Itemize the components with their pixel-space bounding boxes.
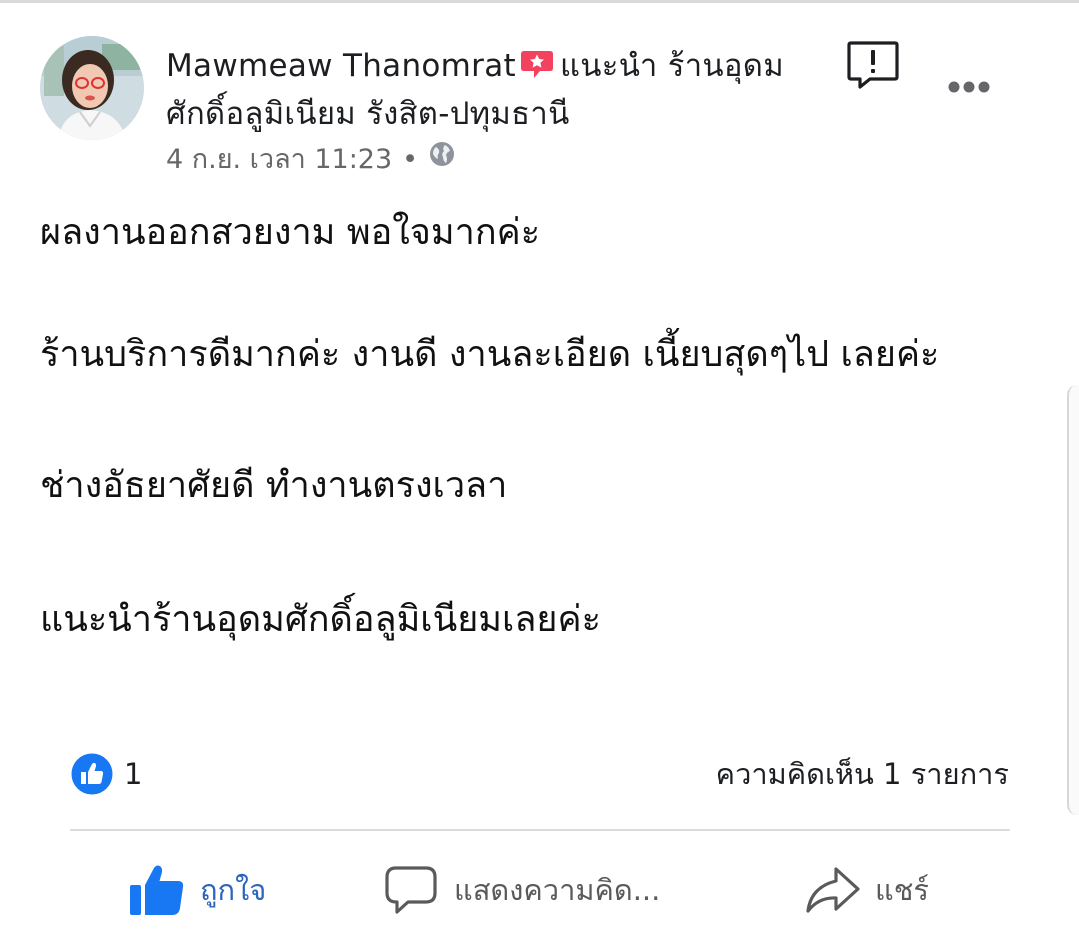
like-button[interactable]: ถูกใจ	[128, 862, 266, 918]
author-name[interactable]: Mawmeaw Thanomrat	[166, 48, 516, 84]
comment-button[interactable]: แสดงความคิด...	[384, 862, 660, 918]
avatar[interactable]	[40, 36, 144, 140]
report-button[interactable]	[846, 40, 900, 90]
globe-icon	[428, 140, 456, 180]
top-divider	[0, 0, 1079, 3]
more-icon	[948, 81, 990, 93]
post-paragraph: ร้านบริการดีมากค่ะ งานดี งานละเอียด เนี้…	[40, 334, 940, 375]
post-paragraph: แนะนำร้านอุดมศักดิ์อลูมิเนียมเลยค่ะ	[40, 599, 601, 640]
like-reaction-icon[interactable]	[70, 752, 114, 796]
share-button[interactable]: แชร์	[805, 862, 929, 918]
meta-separator: •	[402, 144, 419, 175]
share-arrow-icon	[806, 867, 860, 913]
like-label: ถูกใจ	[200, 873, 267, 907]
post-timestamp[interactable]: 4 ก.ย. เวลา 11:23	[166, 140, 392, 180]
comment-icon	[385, 866, 437, 914]
post-paragraph: ผลงานออกสวยงาม พอใจมากค่ะ	[40, 212, 541, 253]
comment-label: แสดงความคิด...	[454, 873, 661, 907]
post-body: ผลงานออกสวยงาม พอใจมากค่ะ ร้านบริการดีมา…	[40, 205, 1000, 648]
stats-divider	[70, 829, 1010, 831]
scrollbar[interactable]	[1067, 385, 1079, 815]
report-icon	[847, 41, 899, 89]
post-paragraph: ช่างอัธยาศัยดี ทำงานตรงเวลา	[40, 465, 508, 506]
share-label: แชร์	[875, 873, 929, 907]
like-count[interactable]: 1	[124, 752, 142, 796]
more-options-button[interactable]	[942, 72, 996, 102]
post-header-title: Mawmeaw Thanomrat แนะนำ ร้านอุดมศักดิ์อลู…	[166, 42, 816, 138]
thumbs-up-icon	[130, 865, 184, 915]
post-meta: 4 ก.ย. เวลา 11:23 •	[166, 140, 456, 180]
recommend-icon	[520, 46, 554, 78]
comment-count[interactable]: ความคิดเห็น 1 รายการ	[716, 752, 1009, 796]
